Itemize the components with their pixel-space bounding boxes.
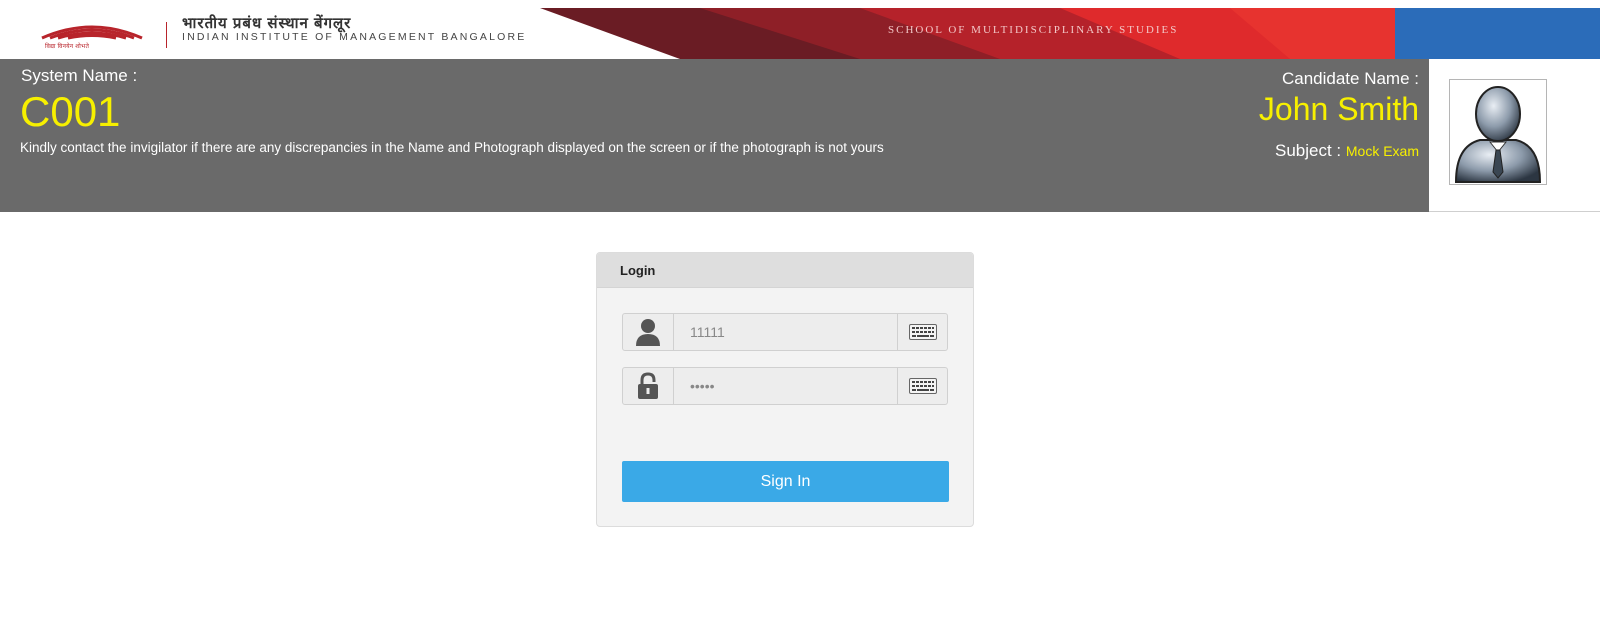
- system-name-value: C001: [20, 88, 121, 135]
- institute-name-hindi: भारतीय प्रबंध संस्थान बेंगलूर: [182, 15, 352, 32]
- keyboard-icon[interactable]: [897, 314, 947, 350]
- login-panel: Login 11111 Sign In: [596, 252, 974, 527]
- login-title: Login: [620, 263, 656, 278]
- logo-divider: [166, 22, 167, 48]
- banner-blue-block: [1395, 8, 1600, 59]
- username-input[interactable]: [674, 314, 897, 350]
- user-icon: [623, 314, 674, 350]
- candidate-name-value: John Smith: [1258, 91, 1419, 127]
- sign-in-button[interactable]: Sign In: [622, 461, 949, 502]
- password-field: [622, 367, 948, 405]
- candidate-photo-panel: [1429, 59, 1600, 212]
- candidate-info-bar: System Name : C001 Kindly contact the in…: [0, 59, 1429, 212]
- subject-value: Mock Exam: [1345, 143, 1419, 159]
- password-input[interactable]: [674, 368, 897, 404]
- school-name: SCHOOL OF MULTIDISCIPLINARY STUDIES: [888, 24, 1179, 36]
- system-name-label: System Name :: [21, 66, 138, 85]
- candidate-name-label: Candidate Name :: [1281, 69, 1419, 88]
- institute-name-english: INDIAN INSTITUTE OF MANAGEMENT BANGALORE: [182, 31, 527, 43]
- login-header: Login: [597, 253, 973, 288]
- username-field: [622, 313, 948, 351]
- candidate-avatar-icon: [1454, 86, 1542, 183]
- keyboard-icon[interactable]: [897, 368, 947, 404]
- lock-icon: [623, 368, 674, 404]
- subject-row: Subject : Mock Exam: [1275, 141, 1419, 161]
- iimb-logo-icon: [41, 25, 143, 40]
- candidate-photo: [1449, 79, 1547, 185]
- header-banner: विद्या विनयेन शोभते भारतीय प्रबंध संस्था…: [0, 8, 1600, 59]
- subject-label: Subject :: [1274, 141, 1342, 160]
- logo-tagline: विद्या विनयेन शोभते: [45, 44, 90, 50]
- invigilator-notice: Kindly contact the invigilator if there …: [20, 140, 884, 155]
